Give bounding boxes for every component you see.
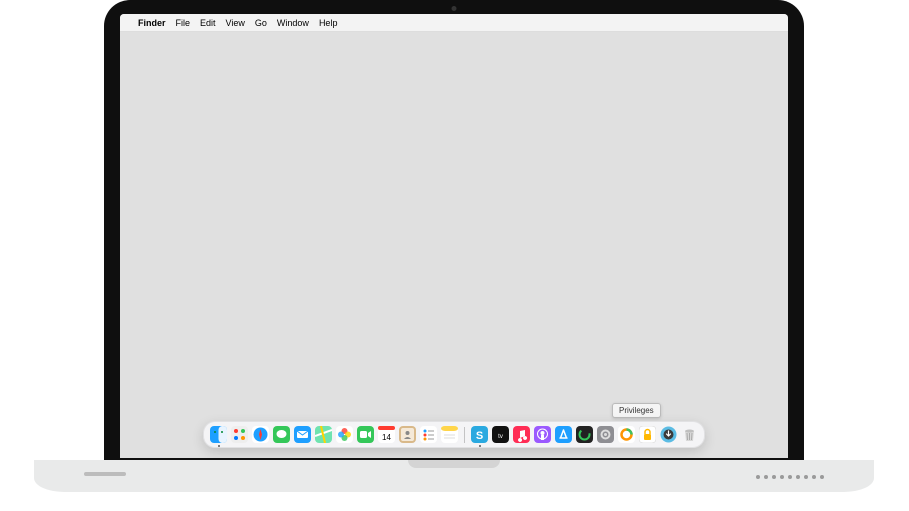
- desktop[interactable]: [120, 32, 788, 458]
- reminders-icon[interactable]: [420, 426, 437, 443]
- trackpad-notch: [408, 460, 500, 468]
- menu-edit[interactable]: Edit: [200, 18, 216, 28]
- notes-icon[interactable]: [441, 426, 458, 443]
- photos-icon[interactable]: [336, 426, 353, 443]
- downloads-icon[interactable]: [660, 426, 677, 443]
- laptop-frame: Finder File Edit View Go Window Help Pri…: [104, 0, 804, 460]
- safari-icon[interactable]: [252, 426, 269, 443]
- speaker-grille-left: [84, 472, 126, 476]
- self-service-icon[interactable]: [618, 426, 635, 443]
- laptop-base: [34, 460, 874, 492]
- trash-icon[interactable]: [681, 426, 698, 443]
- svg-text:14: 14: [382, 433, 391, 442]
- dock: 14 S: [203, 421, 705, 448]
- menu-go[interactable]: Go: [255, 18, 267, 28]
- calendar-icon[interactable]: 14: [378, 426, 395, 443]
- launchpad-icon[interactable]: [231, 426, 248, 443]
- dock-tooltip: Privileges: [612, 403, 661, 418]
- privileges-icon[interactable]: [639, 426, 656, 443]
- activity-icon[interactable]: [576, 426, 593, 443]
- maps-icon[interactable]: [315, 426, 332, 443]
- snagit-icon[interactable]: S: [471, 426, 488, 443]
- menu-file[interactable]: File: [176, 18, 191, 28]
- menu-bar: Finder File Edit View Go Window Help: [120, 14, 788, 32]
- facetime-icon[interactable]: [357, 426, 374, 443]
- appstore-icon[interactable]: [555, 426, 572, 443]
- music-icon[interactable]: [513, 426, 530, 443]
- menu-help[interactable]: Help: [319, 18, 338, 28]
- mail-icon[interactable]: [294, 426, 311, 443]
- system-preferences-icon[interactable]: [597, 426, 614, 443]
- menu-view[interactable]: View: [226, 18, 245, 28]
- menu-window[interactable]: Window: [277, 18, 309, 28]
- messages-icon[interactable]: [273, 426, 290, 443]
- dock-divider: [464, 427, 465, 443]
- finder-icon[interactable]: [210, 426, 227, 443]
- speaker-grille-right: [756, 475, 824, 479]
- camera-dot: [452, 6, 457, 11]
- screen: Finder File Edit View Go Window Help Pri…: [120, 14, 788, 458]
- podcasts-icon[interactable]: [534, 426, 551, 443]
- tv-icon[interactable]: tv: [492, 426, 509, 443]
- dock-container: 14 S: [203, 421, 705, 448]
- svg-text:tv: tv: [498, 434, 503, 440]
- svg-text:S: S: [476, 430, 483, 442]
- contacts-icon[interactable]: [399, 426, 416, 443]
- app-menu[interactable]: Finder: [138, 18, 166, 28]
